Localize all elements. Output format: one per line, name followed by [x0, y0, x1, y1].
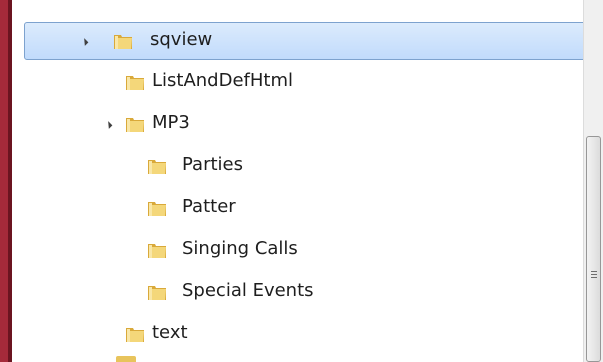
tree-item-label: Parties — [182, 154, 243, 175]
grip-line — [591, 277, 597, 278]
tree-item-label: sqview — [150, 29, 213, 50]
tree-item-label: text — [152, 322, 188, 343]
window-frame-edge — [0, 0, 12, 362]
tree-item-label: ListAndDefHtml — [152, 70, 294, 91]
tree-item-label: Patter — [182, 196, 236, 217]
folder-icon — [148, 244, 166, 258]
folder-icon — [126, 118, 144, 132]
tree-item-patter[interactable]: Patter — [72, 190, 572, 226]
tree-item-singing-calls[interactable]: Singing Calls — [72, 232, 572, 268]
expand-arrow-icon[interactable] — [104, 121, 113, 129]
tree-item-text[interactable]: text — [72, 316, 572, 352]
folder-icon — [148, 286, 166, 300]
expand-arrow-icon[interactable] — [80, 38, 89, 46]
folder-icon — [114, 35, 132, 49]
folder-icon — [148, 202, 166, 216]
folder-icon — [126, 328, 144, 342]
folder-icon — [116, 356, 136, 362]
folder-tree: sqview ListAndDefHtml MP3 Parties Patter… — [12, 0, 588, 362]
tree-item-parties[interactable]: Parties — [72, 148, 572, 184]
tree-item-label: Special Events — [182, 280, 314, 301]
folder-icon — [126, 76, 144, 90]
tree-item-listanddefhtml[interactable]: ListAndDefHtml — [72, 64, 572, 100]
tree-item-label: MP3 — [152, 112, 190, 133]
tree-item-label: Singing Calls — [182, 238, 298, 259]
folder-icon — [148, 160, 166, 174]
vertical-scrollbar[interactable] — [583, 0, 603, 362]
tree-item-mp3[interactable]: MP3 — [72, 106, 572, 142]
grip-line — [591, 271, 597, 272]
tree-item-sqview[interactable]: sqview — [72, 23, 572, 59]
tree-item-special-events[interactable]: Special Events — [72, 274, 572, 310]
scrollbar-thumb[interactable] — [586, 136, 601, 362]
grip-line — [591, 274, 597, 275]
